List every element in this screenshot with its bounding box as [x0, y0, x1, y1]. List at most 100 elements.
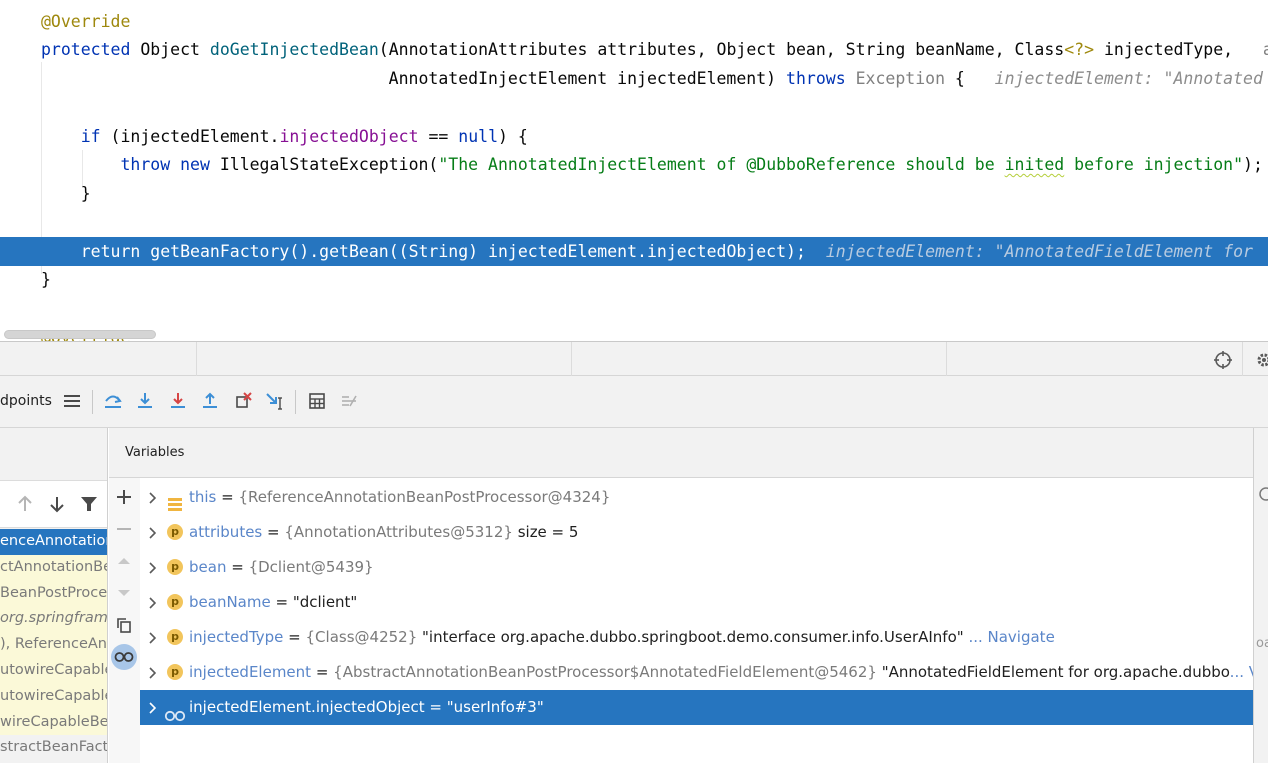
code-token: injectedObject	[279, 127, 419, 146]
chevron-right-icon[interactable]	[148, 690, 160, 725]
chevron-right-icon[interactable]	[148, 550, 160, 585]
code-line[interactable]	[0, 294, 1268, 323]
code-token: AnnotatedInjectElement injectedElement)	[41, 69, 787, 88]
code-line[interactable]: }	[0, 265, 1268, 294]
code-token: a	[1262, 40, 1268, 59]
frame-item[interactable]: ctAnnotationBea	[0, 554, 107, 581]
tab-separator	[946, 342, 947, 376]
show-watches-icon[interactable]	[111, 644, 137, 670]
variable-type: {AnnotationAttributes@5312}	[284, 523, 513, 541]
code-token: throws	[786, 69, 846, 88]
code-token: "The AnnotatedInjectElement of @DubboRef…	[438, 155, 1005, 174]
run-to-cursor-icon[interactable]	[261, 387, 289, 415]
variable-row[interactable]: p beanName = "dclient"	[140, 585, 1253, 620]
force-step-into-icon[interactable]	[164, 387, 192, 415]
debug-tab-bar	[0, 341, 1268, 376]
variable-name: bean	[189, 558, 227, 576]
crosshair-icon[interactable]	[1213, 350, 1233, 370]
code-token: }	[41, 270, 51, 289]
frame-item[interactable]: ), ReferenceAnn	[0, 632, 107, 658]
variable-equals: =	[311, 663, 334, 681]
frame-item[interactable]: wireCapableBea	[0, 709, 107, 736]
breakpoints-tab-label[interactable]: dpoints	[0, 393, 52, 409]
variable-row[interactable]: this = {ReferenceAnnotationBeanPostProce…	[140, 480, 1253, 515]
frames-panel: enceAnnotationctAnnotationBeaBeanPostPro…	[0, 428, 108, 763]
chevron-right-icon[interactable]	[148, 655, 160, 690]
variable-name: attributes	[189, 523, 263, 541]
drop-frame-icon[interactable]	[229, 387, 257, 415]
right-strip-text: oa	[1256, 636, 1268, 651]
frame-up-icon[interactable]	[14, 493, 36, 515]
code-token: );	[1243, 155, 1263, 174]
code-line[interactable]: if (injectedElement.injectedObject == nu…	[0, 122, 1268, 151]
variable-type: {AbstractAnnotationBeanPostProcessor$Ann…	[333, 663, 877, 681]
code-line[interactable]	[0, 208, 1268, 237]
chevron-right-icon[interactable]	[148, 480, 160, 515]
watch-row[interactable]: injectedElement.injectedObject = "userIn…	[140, 690, 1253, 725]
code-line[interactable]: }	[0, 179, 1268, 208]
code-token: doGetInjectedBean	[209, 40, 379, 59]
frame-item[interactable]: BeanPostProces	[0, 580, 107, 607]
filter-icon[interactable]	[78, 493, 100, 515]
code-token: protected	[41, 40, 131, 59]
add-watch-icon[interactable]	[111, 484, 137, 510]
code-line[interactable]: @Override	[0, 7, 1268, 36]
variable-text: injectedElement.injectedObject = "userIn…	[189, 690, 544, 725]
remove-watch-icon[interactable]	[111, 516, 137, 542]
code-line[interactable]: throw new IllegalStateException("The Ann…	[0, 150, 1268, 179]
gear-icon[interactable]	[1254, 350, 1268, 370]
step-over-icon[interactable]	[99, 387, 127, 415]
variable-row[interactable]: p injectedElement = {AbstractAnnotationBe…	[140, 655, 1253, 690]
variable-link[interactable]: ... View	[1230, 663, 1253, 681]
copy-icon[interactable]	[111, 612, 137, 638]
move-down-icon[interactable]	[111, 580, 137, 606]
variable-text: attributes = {AnnotationAttributes@5312}…	[189, 515, 578, 550]
variable-text: beanName = "dclient"	[189, 585, 357, 620]
variables-title: Variables	[125, 445, 185, 460]
move-up-icon[interactable]	[111, 548, 137, 574]
search-icon[interactable]	[1257, 486, 1268, 502]
chevron-right-icon[interactable]	[148, 585, 160, 620]
variable-link[interactable]: ... Navigate	[964, 628, 1054, 646]
variable-row[interactable]: p bean = {Dclient@5439}	[140, 550, 1253, 585]
parameter-icon: p	[167, 594, 183, 610]
code-token: before injection"	[1064, 155, 1244, 174]
variable-value: "userInfo#3"	[446, 698, 544, 716]
chevron-right-icon[interactable]	[148, 515, 160, 550]
variable-row[interactable]: p injectedType = {Class@4252} "interface …	[140, 620, 1253, 655]
frame-item[interactable]: utowireCapable	[0, 657, 107, 684]
frame-item-selected[interactable]: enceAnnotation	[0, 529, 107, 555]
step-out-icon[interactable]	[196, 387, 224, 415]
layout-icon[interactable]	[58, 387, 86, 415]
chevron-right-icon[interactable]	[148, 620, 160, 655]
code-line[interactable]: @Override	[0, 323, 1268, 341]
code-token: return getBeanFactory().getBean((String)…	[80, 242, 826, 261]
code-line[interactable]: protected Object doGetInjectedBean(Annot…	[0, 35, 1268, 64]
code-token: Exception	[855, 69, 945, 88]
trace-icon[interactable]	[335, 387, 363, 415]
evaluate-expression-icon[interactable]	[303, 387, 331, 415]
horizontal-scrollbar-thumb[interactable]	[4, 330, 156, 339]
parameter-icon: p	[167, 629, 183, 645]
variable-equals: =	[424, 698, 447, 716]
frame-item[interactable]: org.springframe	[0, 606, 107, 633]
variable-value: "dclient"	[292, 593, 358, 611]
variable-row[interactable]: p attributes = {AnnotationAttributes@5312…	[140, 515, 1253, 550]
frame-item[interactable]: stractBeanFacto	[0, 735, 107, 761]
variables-header: Variables	[109, 428, 1253, 478]
step-into-icon[interactable]	[131, 387, 159, 415]
code-line[interactable]	[0, 93, 1268, 122]
right-tool-strip: oa	[1253, 428, 1268, 763]
frame-down-icon[interactable]	[46, 493, 68, 515]
code-token: {	[945, 69, 995, 88]
variable-name: this	[189, 488, 217, 506]
tab-separator	[571, 342, 572, 376]
variable-name: injectedElement.injectedObject	[189, 698, 425, 716]
variable-type: {Class@4252}	[305, 628, 418, 646]
code-line-current[interactable]: return getBeanFactory().getBean((String)…	[0, 237, 1268, 266]
field-icon	[167, 490, 183, 511]
code-line[interactable]: AnnotatedInjectElement injectedElement) …	[0, 64, 1268, 93]
code-editor[interactable]: @Override protected Object doGetInjectedB…	[0, 0, 1268, 341]
frame-item[interactable]: utowireCapableB	[0, 683, 107, 710]
